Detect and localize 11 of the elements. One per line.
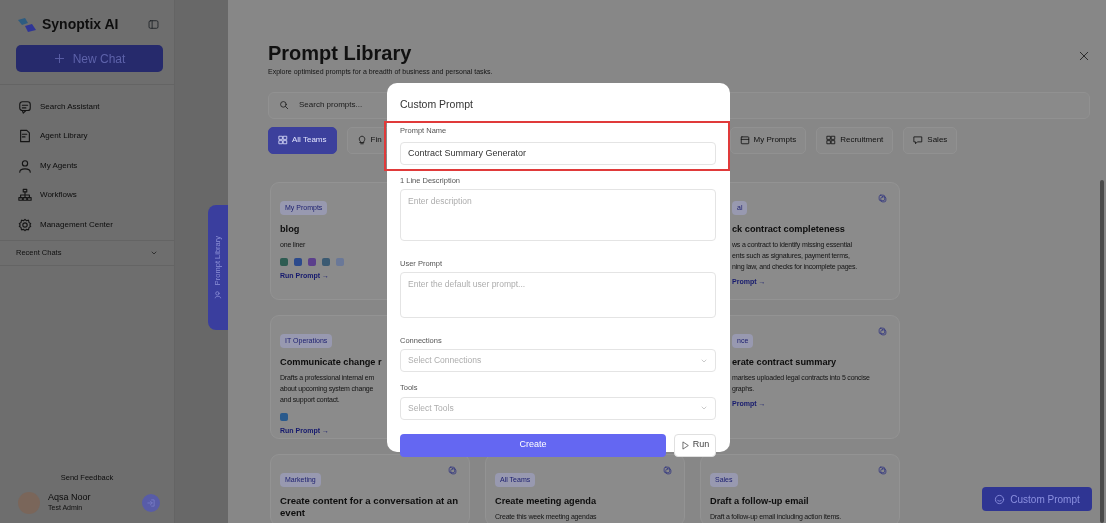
card-title: Communicate change r [280, 355, 382, 368]
card-title: Create content for a conversation at an event [280, 494, 460, 521]
page-title: Prompt Library [268, 42, 413, 64]
card-title: ck contract completeness [732, 222, 845, 235]
card-title: Draft a follow-up email [710, 494, 809, 507]
card-title: blog [280, 222, 300, 235]
card-title: Create meeting agenda [495, 494, 597, 507]
modal-title: Custom Prompt [400, 97, 474, 112]
brand-name: Synoptix AI [42, 15, 119, 34]
user-name: Aqsa Noor [48, 492, 92, 503]
card-title: erate contract summary [732, 355, 837, 368]
